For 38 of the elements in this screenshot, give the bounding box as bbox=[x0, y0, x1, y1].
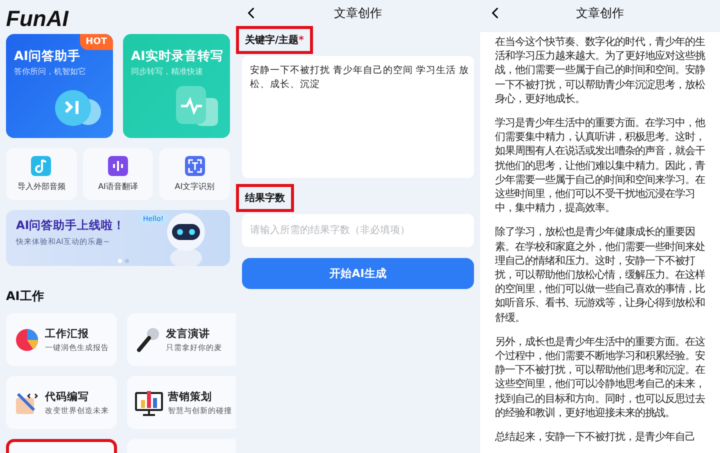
feature-card[interactable]: HOT AI问答助手 答你所问，机智如它 bbox=[6, 34, 113, 138]
hot-badge: HOT bbox=[80, 34, 113, 50]
article-paragraph: 除了学习，放松也是青少年健康成长的重要因素。在学校和家庭之外，他们需要一些时间来处理自己的情绪和压力。这时，安静一下不被打扰，可以帮助他们放松心情，缓解压力。在这样的空间里，他们可以做一些自己喜欢的事情，比如听音乐、看书、玩游戏等，让身心得到放松和舒缓。 bbox=[495, 225, 706, 325]
music-note-icon bbox=[31, 156, 52, 176]
field-label: 关键字/主题* bbox=[236, 26, 313, 54]
article-paragraph: 学习是青少年生活中的重要方面。在学习中，他们需要集中精力，认真听讲，积极思考。这时，如果周围有人在说话或发出嘈杂的声音，就会干扰他们的思考，让他们难以集中精力。因此，青少年需要一些属于自己的时间和空间来学习。在这些时间里，他们可以不受干扰地沉浸在学习中，集中精力，提高效率。 bbox=[495, 116, 706, 216]
microphone-icon bbox=[135, 326, 161, 352]
section-title: AI工作 bbox=[5, 288, 45, 305]
work-title: 发言演讲 bbox=[166, 326, 211, 340]
tool-tile[interactable]: AI文字识别 bbox=[159, 148, 230, 200]
article-paragraph: 在当今这个快节奏、数字化的时代，青少年的生活和学习压力越来越大。为了更好地应对这些挑战，他们需要一些属于自己的时间和空间。安静一下不被打扰，可以帮助青少年沉淀思考，放松身心，更好地成长。 bbox=[495, 35, 706, 106]
field-label: 结果字数 bbox=[236, 184, 294, 212]
article-paragraph: 另外，成长也是青少年生活中的重要方面。在这个过程中，他们需要不断地学习和积累经验。安静一下不被打扰，可以帮助他们思考和沉淀。在这些空间里，他们可以冷静地思考自己的未来，找到自己的目标和方向。同时，也可以反思过去的经验和教训，更好地迎接未来的挑战。 bbox=[495, 334, 706, 420]
banner-title: AI问答助手上线啦！ bbox=[16, 218, 126, 233]
app-logo: FunAI bbox=[5, 5, 70, 33]
feature-title: AI实时录音转写 bbox=[131, 48, 222, 64]
feature-subtitle: 答你所问，机智如它 bbox=[14, 66, 87, 77]
page-dot[interactable] bbox=[118, 259, 122, 263]
work-title: 代码编写 bbox=[45, 390, 90, 404]
tool-tile[interactable]: 导入外部音频 bbox=[6, 148, 77, 200]
page-title: 文章创作 bbox=[576, 4, 624, 22]
tool-tile[interactable]: AI语音翻译 bbox=[82, 148, 154, 200]
bar-chart-monitor-icon bbox=[135, 390, 163, 416]
word-count-field[interactable]: 请输入所需的结果字数（非必填项） bbox=[242, 214, 474, 247]
keyword-field[interactable]: 安静一下不被打扰 青少年自己的空间 学习生活 放松、成长、沉淀 bbox=[242, 56, 474, 178]
article-paragraph: 总结起来，安静一下不被打扰，是青少年自己 bbox=[495, 430, 696, 444]
pie-chart-icon bbox=[14, 326, 40, 352]
tool-label: 导入外部音频 bbox=[17, 181, 66, 192]
tool-label: AI语音翻译 bbox=[98, 181, 138, 192]
tool-label: AI文字识别 bbox=[174, 181, 215, 192]
feature-title: AI问答助手 bbox=[14, 48, 82, 64]
generate-button[interactable]: 开始AI生成 bbox=[242, 258, 474, 289]
feature-subtitle: 同步转写，精准快速 bbox=[131, 66, 204, 77]
work-title: 营销策划 bbox=[168, 390, 213, 404]
text-scan-icon bbox=[184, 156, 205, 176]
sound-bars-icon bbox=[108, 156, 128, 176]
page-title: 文章创作 bbox=[334, 4, 382, 22]
work-title: 工作汇报 bbox=[45, 326, 90, 340]
